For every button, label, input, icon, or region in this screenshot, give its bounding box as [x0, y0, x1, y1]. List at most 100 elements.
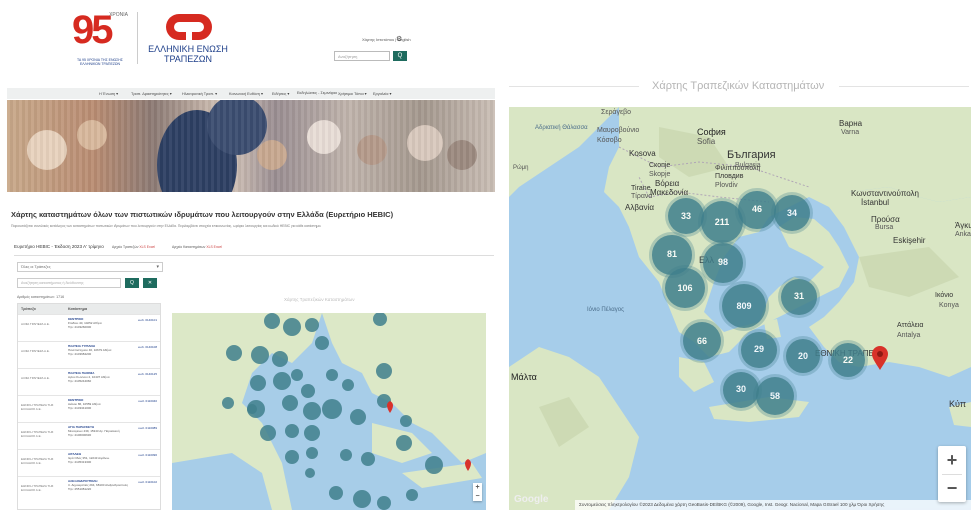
row-bank: ΕΘΝΙΚΗ ΤΡΑΠΕΖΑ ΤΗΣ ΕΛΛΑΔΟΣ Α.Ε. — [21, 403, 54, 411]
google-logo[interactable]: Google — [514, 494, 548, 505]
row-branch: ΑΓΙΑ ΠΑΡΑΣΚΕΥΗ Μεσογείων 439, 15343 Αγ. Π… — [68, 425, 134, 437]
map-cluster-count: 34 — [786, 207, 797, 218]
table-row[interactable]: ΑΛΦΑ ΤΡΑΠΕΖΑ Α.Ε. ΠΛΑΤΕΙΑ ΓΥΡΙΑΝΗ Πανεπιστ… — [18, 341, 160, 368]
nav-item-csr[interactable]: Κοινωνική Ευθύνη ▾ — [229, 91, 263, 96]
row-branch: ΠΛΑΤΕΙΑ ΠΑΙΟΝΙΑ Αγίου Κων/νου 2, 10437 Αθ… — [68, 371, 134, 383]
nav-item-links[interactable]: Χρήσιμοι Τόποι ▾ — [338, 91, 367, 96]
map-label-adriatic: Αδριατική Θάλασσα — [535, 125, 588, 131]
row-code: κωδ. 0110102 — [138, 480, 157, 484]
map-cluster[interactable]: 29 — [741, 332, 777, 368]
heb-logo-icon[interactable] — [166, 14, 212, 40]
map-cluster[interactable]: 34 — [773, 194, 811, 232]
map-label-filippoupoli: Φιλιππούπολη — [715, 165, 761, 172]
hero-banner-image — [7, 100, 495, 192]
row-bank: ΑΛΦΑ ΤΡΑΠΕΖΑ Α.Ε. — [21, 322, 50, 326]
map-cluster-count: 29 — [753, 344, 764, 355]
map-cluster[interactable]: 30 — [723, 372, 759, 408]
row-branch-phone: Τηλ: 2103684200 — [68, 351, 92, 356]
map-label-bursa: Προύσα — [871, 215, 900, 224]
big-map[interactable]: София Sofia България Bulgaria Kosova Κόσοβο Μα… — [509, 107, 971, 510]
map-attribution[interactable]: Συντομεύσεις πληκτρολογίου ©2023 Δεδομέν… — [575, 500, 971, 510]
anniversary-subtitle: ΤΑ 95 ΧΡΟΝΙΑ ΤΗΣ ΕΝΩΣΗΣ ΕΛΛΗΝΙΚΩΝ ΤΡΑΠΕΖ… — [77, 58, 123, 66]
branch-clear-button[interactable]: ✕ — [143, 278, 157, 288]
gear-icon[interactable]: ⚙ — [396, 35, 402, 43]
col-branch[interactable]: Κατάστημα — [68, 307, 87, 311]
map-label-malta: Μάλτα — [511, 372, 537, 382]
map-label-bulgaria: България — [727, 149, 776, 161]
download-banks-link[interactable]: Αρχείο Τραπεζών XLS Excel — [112, 245, 155, 249]
table-row[interactable]: ΕΘΝΙΚΗ ΤΡΑΠΕΖΑ ΤΗΣ ΕΛΛΑΔΟΣ Α.Ε. ΑΛΕΞΑΝΔΡΟ… — [18, 476, 160, 503]
row-branch: ΠΛΑΤΕΙΑ ΓΥΡΙΑΝΗ Πανεπιστημίου 46, 10679 Α… — [68, 344, 134, 356]
map-label-attaleia: Αττάλεια — [897, 322, 924, 329]
header-search-button[interactable]: Q — [393, 51, 407, 61]
header-search-input[interactable]: Αναζήτηση — [334, 51, 390, 61]
table-row[interactable]: ΕΘΝΙΚΗ ΤΡΑΠΕΖΑ ΤΗΣ ΕΛΛΑΔΟΣ Α.Ε. ΚΕΝΤΡΙΚΟ Α… — [18, 395, 160, 422]
col-bank[interactable]: Τράπεζα — [21, 307, 36, 311]
row-code: κωδ. 0110040 — [138, 399, 157, 403]
map-cluster[interactable]: 46 — [738, 191, 776, 229]
row-branch-phone: Τηλ: 2105244060 — [68, 378, 92, 383]
anniversary-logo[interactable]: 95 ΧΡΟΝΙΑ ΤΑ 95 ΧΡΟΝΙΑ ΤΗΣ ΕΝΩΣΗΣ ΕΛΛΗΝΙ… — [70, 8, 128, 66]
org-name-line2: ΤΡΑΠΕΖΩΝ — [163, 54, 213, 64]
zoom-in-button[interactable]: + — [938, 446, 966, 474]
download-banks-formats: XLS Excel — [139, 245, 156, 249]
branch-search-input[interactable]: Αναζήτηση καταστήματος ή διεύθυνσης — [17, 278, 121, 288]
row-code: κωδ. 0110096 — [138, 453, 157, 457]
nav-item-news[interactable]: Ειδήσεις ▾ — [272, 91, 289, 96]
table-row[interactable]: ΕΘΝΙΚΗ ΤΡΑΠΕΖΑ ΤΗΣ ΕΛΛΑΔΟΣ Α.Ε. ΑΓΙΑ ΠΑΡΑ… — [18, 422, 160, 449]
zoom-out-button[interactable]: − — [938, 474, 966, 502]
small-map-title: Χάρτης Τραπεζικών Καταστημάτων — [284, 297, 355, 302]
bank-select[interactable]: Όλες οι Τράπεζες ▾ — [17, 262, 163, 272]
map-label-sarajevo: Σεράγεβο — [601, 109, 632, 116]
map-label-rome: Ρώμη — [513, 165, 529, 171]
map-label-kosovo2: Κόσοβο — [597, 137, 622, 144]
map-label-sofia: София — [697, 127, 726, 137]
nav-item-events[interactable]: Εκδηλώσεις - Σεμινάρια — [297, 91, 337, 95]
map-cluster-count: 106 — [677, 282, 693, 293]
row-branch: ΚΕΝΤΡΙΚΟ Αιόλου 86, 10559 Αθήνα Τηλ: 21033… — [68, 398, 134, 410]
nav-item-tools[interactable]: Εργαλεία ▾ — [373, 91, 391, 96]
map-label-plovdiv: Пловдив — [715, 173, 744, 180]
map-cluster[interactable]: 20 — [785, 338, 821, 374]
table-header: Τράπεζα Κατάστημα — [18, 304, 160, 314]
branch-search-button[interactable]: Q — [125, 278, 139, 288]
map-cluster[interactable]: 809 — [722, 284, 766, 328]
nav-item-activities[interactable]: Τραπ. Δραστηριότητες ▾ — [131, 91, 172, 96]
map-cluster-count: 22 — [842, 354, 853, 365]
map-cluster[interactable]: 31 — [781, 279, 817, 315]
nav-item-ebanking[interactable]: Ηλεκτρονική Τραπ. ▾ — [182, 91, 217, 96]
small-map-zoom[interactable]: + − — [473, 483, 482, 501]
anniversary-number: 95 — [72, 8, 113, 52]
table-row[interactable]: ΕΘΝΙΚΗ ΤΡΑΠΕΖΑ ΤΗΣ ΕΛΛΑΔΟΣ Α.Ε. ΑΙΓΑΛΕΩ Ιε… — [18, 449, 160, 476]
nav-item-enosi[interactable]: Η Ένωση ▾ — [99, 91, 118, 96]
org-name[interactable]: ΕΛΛΗΝΙΚΗ ΕΝΩΣΗ ΤΡΑΠΕΖΩΝ — [143, 44, 233, 64]
row-code: κωδ. 0140101 — [138, 318, 157, 322]
map-label-montenegro: Μαυροβούνιο — [597, 127, 640, 134]
table-row[interactable]: ΑΛΦΑ ΤΡΑΠΕΖΑ Α.Ε. ΠΛΑΤΕΙΑ ΠΑΙΟΝΙΑ Αγίου Κω… — [18, 368, 160, 395]
map-cluster[interactable]: 106 — [664, 267, 706, 309]
map-cluster-count: 31 — [793, 291, 804, 302]
row-branch: ΑΛΕΞΑΝΔΡΟΥΠΟΛΗ Λ. Δημοκρατίας 294, 68100 … — [68, 479, 134, 491]
download-branches-link[interactable]: Αρχείο Καταστημάτων XLS Excel — [172, 245, 222, 249]
map-label-sofia-l: Sofia — [697, 137, 716, 146]
download-branches-label: Αρχείο Καταστημάτων — [172, 245, 206, 249]
map-label-konya: Konya — [939, 302, 959, 309]
map-marker-icon[interactable] — [872, 346, 888, 370]
intro-text: Παρουσιάζεται συνολικός κατάλογος των κα… — [11, 224, 322, 228]
map-label-makedonia2: Μακεδονία — [650, 188, 689, 197]
row-branch: ΚΕΝΤΡΙΚΟ Σταδίου 40, 10252 Αθήνα Τηλ: 2103… — [68, 317, 134, 329]
big-map-title: Χάρτης Τραπεζικών Καταστημάτων — [652, 80, 825, 92]
map-cluster[interactable]: 98 — [703, 243, 743, 283]
map-cluster[interactable]: 33 — [667, 197, 705, 235]
logo-divider — [137, 12, 138, 64]
table-row[interactable]: ΑΛΦΑ ΤΡΑΠΕΖΑ Α.Ε. ΚΕΝΤΡΙΚΟ Σταδίου 40, 102… — [18, 314, 160, 341]
map-label-vorreia: Βόρεια — [655, 179, 680, 188]
row-bank: ΕΘΝΙΚΗ ΤΡΑΠΕΖΑ ΤΗΣ ΕΛΛΑΔΟΣ Α.Ε. — [21, 484, 54, 492]
row-bank: ΑΛΦΑ ΤΡΑΠΕΖΑ Α.Ε. — [21, 349, 50, 353]
small-map[interactable]: + − — [172, 313, 486, 510]
top-links[interactable]: Χάρτης Ιστοτόπου | English — [362, 37, 411, 42]
map-cluster[interactable]: 58 — [755, 376, 795, 416]
map-cluster-count: 98 — [717, 257, 728, 268]
tab-hebic-index[interactable]: Ευρετήριο HEBIC - Έκδοση 2023 Α' τρίμηνο — [14, 244, 104, 249]
map-cluster-count: 211 — [714, 216, 730, 227]
